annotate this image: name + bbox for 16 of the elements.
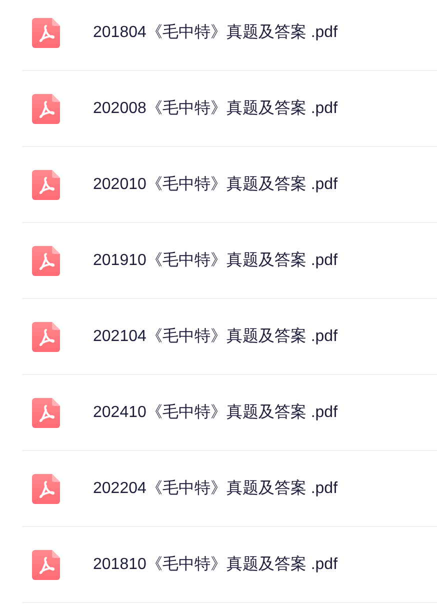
pdf-file-icon bbox=[32, 398, 60, 428]
file-name[interactable]: 202008《毛中特》真题及答案 .pdf bbox=[93, 98, 338, 119]
pdf-file-icon bbox=[32, 474, 60, 504]
file-name[interactable]: 202104《毛中特》真题及答案 .pdf bbox=[93, 326, 338, 347]
file-name[interactable]: 202010《毛中特》真题及答案 .pdf bbox=[93, 174, 338, 195]
file-name[interactable]: 201804《毛中特》真题及答案 .pdf bbox=[93, 22, 338, 43]
pdf-file-icon bbox=[32, 94, 60, 124]
pdf-file-icon bbox=[32, 322, 60, 352]
file-name[interactable]: 202204《毛中特》真题及答案 .pdf bbox=[93, 478, 338, 499]
file-name[interactable]: 202410《毛中特》真题及答案 .pdf bbox=[93, 402, 338, 423]
pdf-file-icon bbox=[32, 550, 60, 580]
file-name[interactable]: 201910《毛中特》真题及答案 .pdf bbox=[93, 250, 338, 271]
pdf-file-icon bbox=[32, 18, 60, 48]
file-name[interactable]: 201810《毛中特》真题及答案 .pdf bbox=[93, 554, 338, 575]
pdf-file-icon bbox=[32, 246, 60, 276]
pdf-file-icon bbox=[32, 170, 60, 200]
